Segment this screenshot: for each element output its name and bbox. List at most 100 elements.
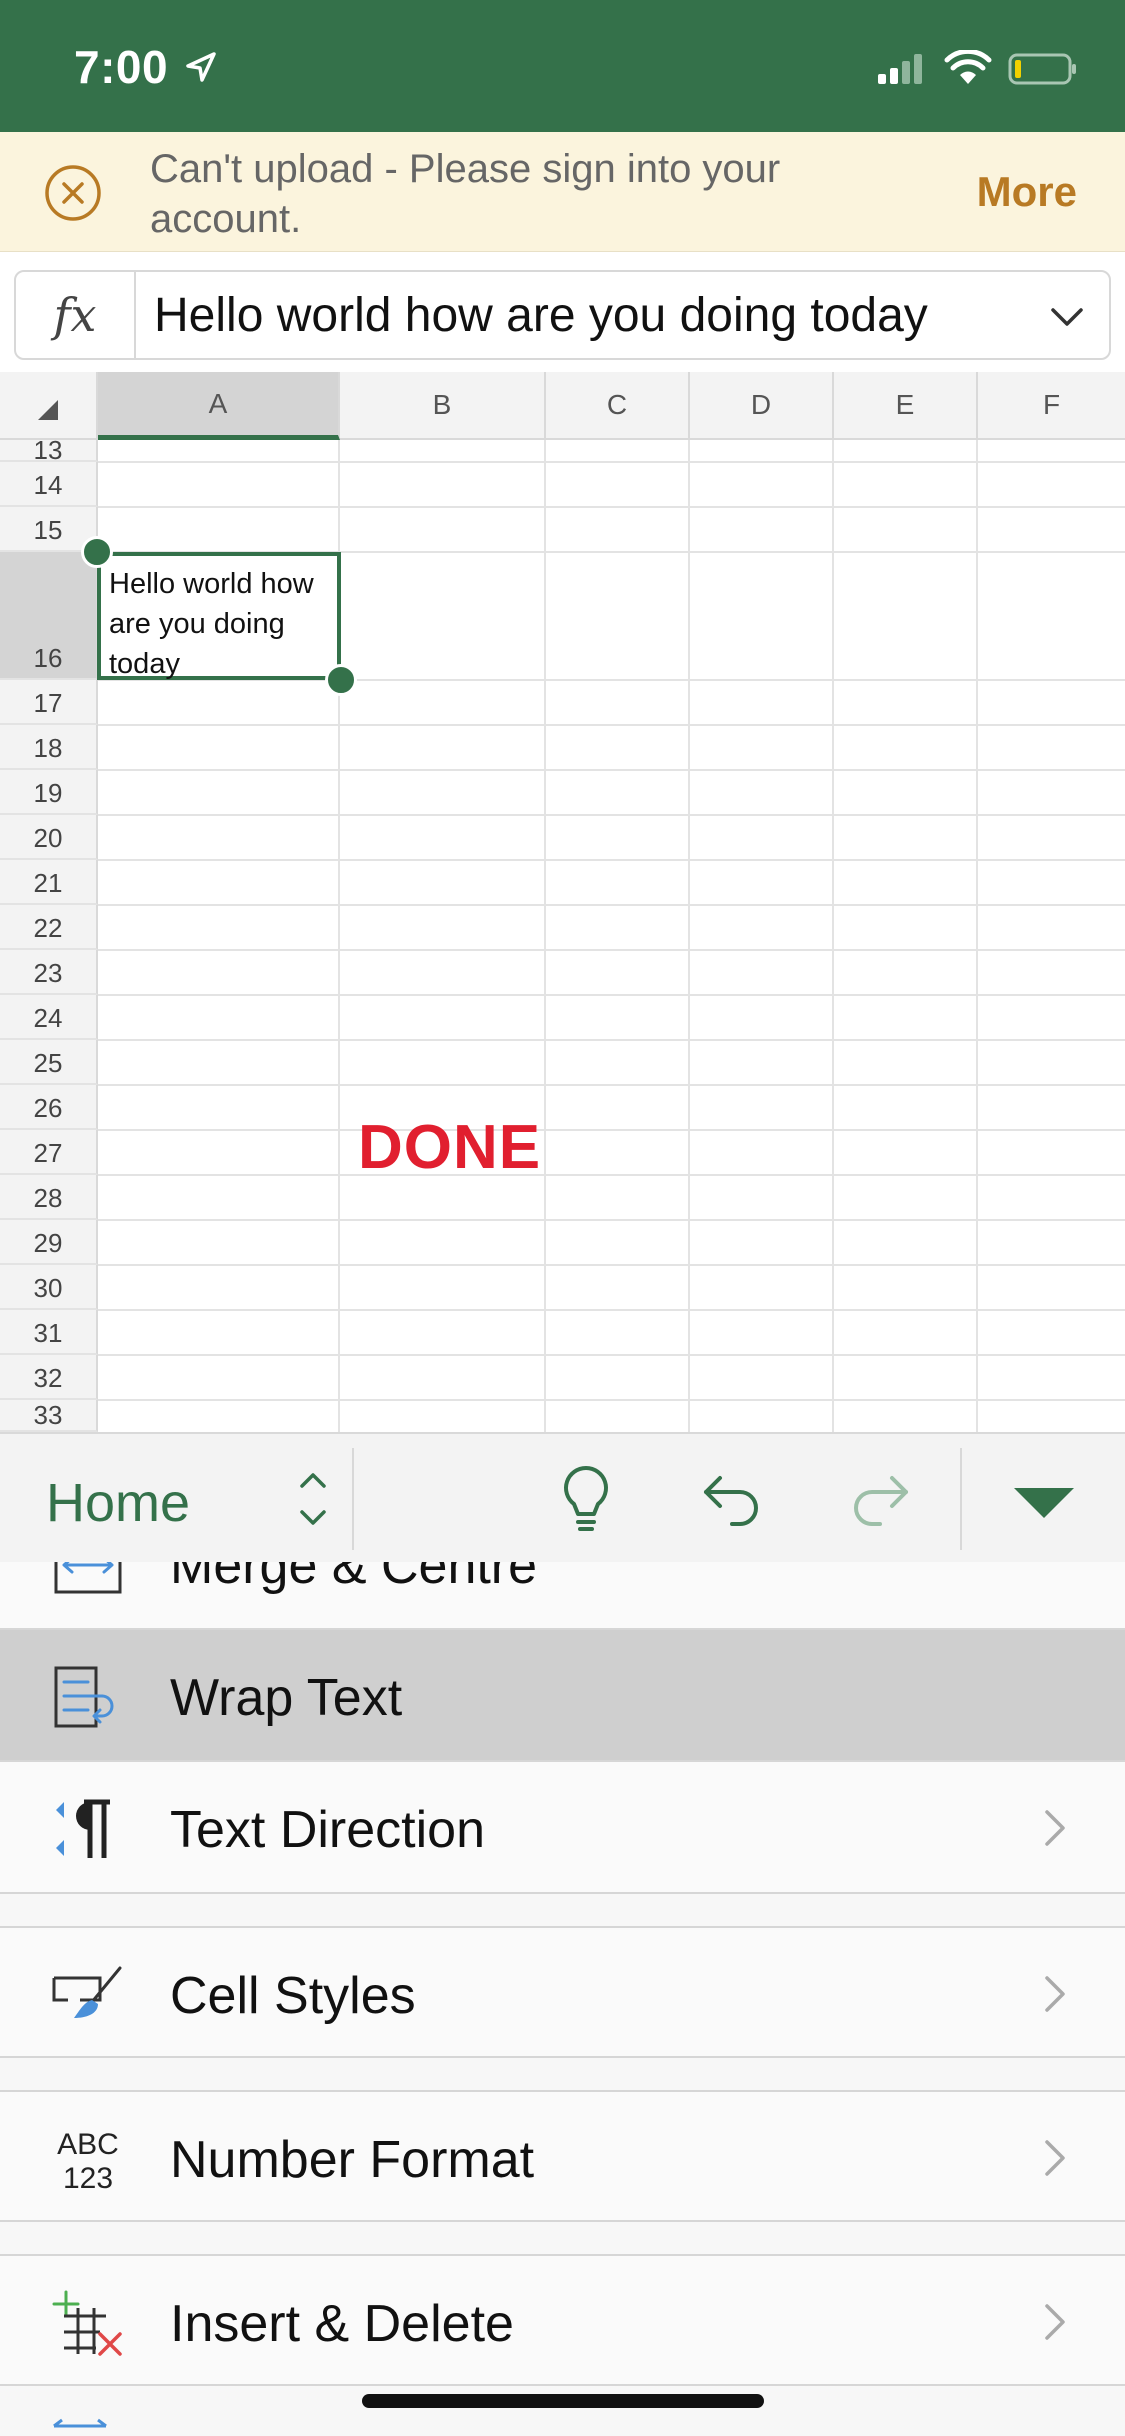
grid-line [98, 1219, 1125, 1221]
cellular-signal-icon [878, 54, 922, 84]
grid-line [544, 440, 546, 1432]
grid-line [98, 859, 1125, 861]
menu-item-wrap-text[interactable]: Wrap Text [0, 1630, 1125, 1762]
grid-line [98, 1129, 1125, 1131]
done-overlay-text: DONE [358, 1113, 542, 1182]
row-header[interactable]: 26 [0, 1085, 98, 1130]
grid-line [98, 461, 1125, 463]
toolbar-divider [352, 1448, 354, 1550]
chevron-down-icon[interactable] [1047, 298, 1087, 334]
home-ribbon-menu: Merge & Centre Wrap Text Text Direction [0, 1562, 1125, 2436]
row-header[interactable]: 18 [0, 725, 98, 770]
toolbar-divider [960, 1448, 962, 1550]
grid-line [98, 994, 1125, 996]
status-bar: 7:00 [0, 0, 1125, 132]
column-header-d[interactable]: D [690, 372, 834, 440]
chevron-right-icon [1045, 2304, 1065, 2340]
number-format-icon-top: ABC [57, 2128, 119, 2161]
column-header-a[interactable]: A [98, 372, 340, 440]
selection-handle-bottom-right[interactable] [325, 664, 357, 696]
grid-line [98, 949, 1125, 951]
row-header[interactable]: 30 [0, 1265, 98, 1310]
grid-line [98, 814, 1125, 816]
grid-line [98, 724, 1125, 726]
column-header-e[interactable]: E [834, 372, 978, 440]
column-header-b[interactable]: B [340, 372, 546, 440]
menu-item-label: Insert & Delete [170, 2295, 514, 2353]
formula-bar[interactable]: fx Hello world how are you doing today [14, 270, 1111, 360]
menu-item-merge-centre[interactable]: Merge & Centre [0, 1562, 1125, 1630]
row-header[interactable]: 19 [0, 770, 98, 815]
column-header-f[interactable]: F [978, 372, 1125, 440]
battery-icon [1008, 53, 1076, 85]
home-indicator[interactable] [362, 2394, 764, 2408]
undo-icon[interactable] [700, 1468, 766, 1528]
lightbulb-icon[interactable] [556, 1464, 616, 1534]
menu-item-number-format[interactable]: ABC 123 Number Format [0, 2090, 1125, 2222]
grid-line [98, 1084, 1125, 1086]
menu-item-label: Merge & Centre [170, 1562, 538, 1595]
row-header[interactable]: 32 [0, 1355, 98, 1400]
grid-line [976, 440, 978, 1432]
location-arrow-icon [186, 52, 216, 82]
row-header-selected[interactable]: 16 [0, 552, 98, 680]
error-circle-x-icon[interactable] [44, 164, 102, 222]
row-header[interactable]: 22 [0, 905, 98, 950]
menu-item-label: Number Format [170, 2131, 535, 2189]
select-all-triangle-icon [38, 400, 58, 420]
grid-line [98, 904, 1125, 906]
chevron-right-icon [1045, 2140, 1065, 2176]
row-header[interactable]: 20 [0, 815, 98, 860]
grid-line [98, 506, 1125, 508]
merge-centre-icon [54, 1562, 122, 1594]
banner-message: Can't upload - Please sign into your acc… [150, 147, 781, 241]
chevron-right-icon [1045, 1810, 1065, 1846]
row-header[interactable]: 33 [0, 1400, 98, 1432]
row-header[interactable]: 29 [0, 1220, 98, 1265]
row-header[interactable]: 28 [0, 1175, 98, 1220]
row-header[interactable]: 17 [0, 680, 98, 725]
next-menu-item-icon [53, 2418, 107, 2428]
grid-line [98, 1039, 1125, 1041]
menu-item-label: Wrap Text [170, 1669, 403, 1727]
grid-line [98, 769, 1125, 771]
grid-line [98, 1309, 1125, 1311]
menu-item-insert-delete[interactable]: Insert & Delete [0, 2254, 1125, 2386]
ribbon-tab-selector[interactable]: Home [46, 1472, 190, 1534]
selected-cell-a16[interactable]: Hello world how are you doing today [97, 552, 341, 680]
banner-more-button[interactable]: More [977, 168, 1077, 216]
menu-item-label: Text Direction [170, 1801, 485, 1859]
grid-line [98, 1174, 1125, 1176]
insert-delete-icon [52, 2290, 122, 2356]
column-header-c[interactable]: C [546, 372, 690, 440]
menu-item-label: Cell Styles [170, 1967, 416, 2025]
menu-item-text-direction[interactable]: Text Direction [0, 1762, 1125, 1894]
wifi-icon [944, 50, 992, 84]
grid-line [98, 1354, 1125, 1356]
row-header[interactable]: 23 [0, 950, 98, 995]
row-header[interactable]: 24 [0, 995, 98, 1040]
spreadsheet-grid[interactable]: A B C D E F 13 14 15 16 17 18 19 20 21 2… [0, 372, 1125, 1432]
chevron-right-icon [1045, 1976, 1065, 2012]
grid-line [98, 1264, 1125, 1266]
selection-handle-top-left[interactable] [81, 536, 113, 568]
number-format-icon: ABC 123 [57, 2128, 119, 2194]
fx-label: fx [16, 272, 136, 358]
redo-icon[interactable] [846, 1468, 912, 1528]
collapse-ribbon-icon[interactable] [1010, 1482, 1078, 1522]
row-header[interactable]: 27 [0, 1130, 98, 1175]
number-format-icon-bottom: 123 [63, 2162, 113, 2194]
ribbon-toolbar: Home [0, 1432, 1125, 1562]
row-header[interactable]: 25 [0, 1040, 98, 1085]
menu-item-cell-styles[interactable]: Cell Styles [0, 1926, 1125, 2058]
select-all-corner[interactable] [0, 372, 98, 440]
row-header[interactable]: 13 [0, 435, 98, 465]
row-header[interactable]: 31 [0, 1310, 98, 1355]
tab-switch-icon[interactable] [296, 1464, 330, 1534]
grid-line [98, 1399, 1125, 1401]
row-header[interactable]: 21 [0, 860, 98, 905]
row-header[interactable]: 14 [0, 462, 98, 507]
formula-input[interactable]: Hello world how are you doing today [154, 288, 928, 343]
cell-styles-icon [52, 1966, 122, 2018]
upload-error-banner: Can't upload - Please sign into your acc… [0, 132, 1125, 252]
